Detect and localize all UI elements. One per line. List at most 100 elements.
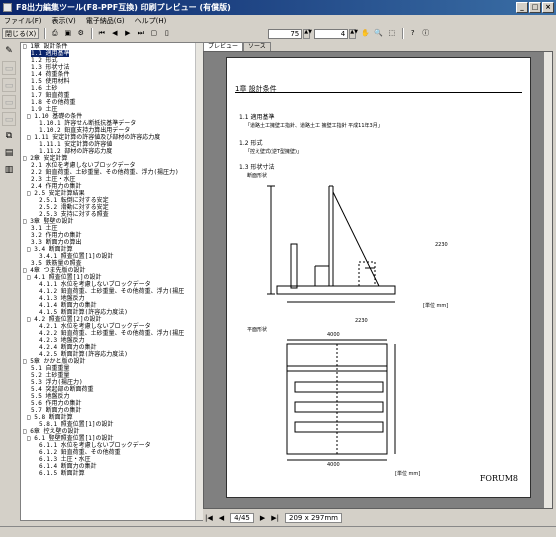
prev-page-icon[interactable]: ◀ bbox=[109, 28, 120, 39]
help-icon[interactable]: ? bbox=[407, 28, 418, 39]
tree-item[interactable]: □ 2.5 安定計算結果 bbox=[21, 190, 202, 197]
print-icon[interactable]: ⎙ bbox=[49, 28, 60, 39]
document-icon[interactable]: ▤ bbox=[2, 146, 16, 160]
menu-help[interactable]: ヘルプ(H) bbox=[135, 15, 167, 27]
tree-item[interactable]: 3.4.1 照査位置[1]の設計 bbox=[21, 253, 202, 260]
tree-item[interactable]: □ 4.2 照査位置[2]の設計 bbox=[21, 316, 202, 323]
tree-item[interactable]: 4.2.3 地盤反力 bbox=[21, 337, 202, 344]
tree-item[interactable]: 4.1.4 断面力の集計 bbox=[21, 302, 202, 309]
tree-item[interactable]: 6.1.2 鉛直荷重、その他荷重 bbox=[21, 449, 202, 456]
tab-preview[interactable]: プレビュー bbox=[203, 42, 244, 51]
tree-item[interactable]: 1.1 適用基準 bbox=[21, 50, 202, 57]
tree-item[interactable]: 5.2 土砂重量 bbox=[21, 372, 202, 379]
zoom-icon[interactable]: 🔍 bbox=[373, 28, 384, 39]
tree-item[interactable]: 1.2 形式 bbox=[21, 57, 202, 64]
menu-file[interactable]: ファイル(F) bbox=[4, 15, 42, 27]
tree-item[interactable]: 5.3 浮力(揚圧力) bbox=[21, 379, 202, 386]
menu-delivery[interactable]: 電子納品(G) bbox=[86, 15, 125, 27]
tree-item[interactable]: 3.3 断面力の算出 bbox=[21, 239, 202, 246]
page-indicator[interactable]: 4/45 bbox=[230, 513, 254, 523]
tree-item[interactable]: 1.3 形状寸法 bbox=[21, 64, 202, 71]
tree-item[interactable]: 5.4 突起部の断面荷重 bbox=[21, 386, 202, 393]
tree-item[interactable]: 1.7 鉛直荷重 bbox=[21, 92, 202, 99]
tree-item[interactable]: 1.6 土砂 bbox=[21, 85, 202, 92]
tree-item[interactable]: □ 2章 安定計算 bbox=[21, 155, 202, 162]
page-count-input[interactable]: 4 bbox=[314, 28, 349, 39]
zoom-spinner[interactable]: ▲▼ bbox=[303, 28, 312, 39]
tree-item[interactable]: □ 1.11 安定計算の許容値及び部材の許容応力度 bbox=[21, 134, 202, 141]
info-icon[interactable]: ⓘ bbox=[420, 28, 431, 39]
tree-item[interactable]: □ 4.1 照査位置[1]の設計 bbox=[21, 274, 202, 281]
edit-pencil-icon[interactable]: ✎ bbox=[2, 44, 16, 58]
tree-item[interactable]: □ 4章 つま先版の設計 bbox=[21, 267, 202, 274]
tree-item[interactable]: □ 6.1 竪壁照査位置[1]の設計 bbox=[21, 435, 202, 442]
tree-item[interactable]: □ 5章 かかと版の設計 bbox=[21, 358, 202, 365]
tree-item[interactable]: 4.2.2 鉛直荷重、土砂重量、その他荷重、浮力(揚圧 bbox=[21, 330, 202, 337]
tree-item[interactable]: □ 1章 設計条件 bbox=[21, 43, 202, 50]
tree-item[interactable]: 2.2 鉛直荷重、土砂重量、その他荷重、浮力(揚圧力) bbox=[21, 169, 202, 176]
tree-item[interactable]: 6.1.3 土圧・水圧 bbox=[21, 456, 202, 463]
tree-item[interactable]: 1.10.2 鉛直支持力算出用データ bbox=[21, 127, 202, 134]
last-page-icon[interactable]: ⏭ bbox=[135, 28, 146, 39]
tree-item[interactable]: 2.4 作用力の集計 bbox=[21, 183, 202, 190]
fit-icon[interactable]: ⬚ bbox=[386, 28, 397, 39]
tree-item[interactable]: 6.1.5 断面計算 bbox=[21, 470, 202, 477]
tree-item[interactable]: 4.1.2 鉛直荷重、土砂重量、その他荷重、浮力(揚圧 bbox=[21, 288, 202, 295]
tree-item[interactable]: 1.5 使用材料 bbox=[21, 78, 202, 85]
tree-item[interactable]: 4.2.5 断面計算(許容応力度法) bbox=[21, 351, 202, 358]
tree-item[interactable]: 3.2 作用力の集計 bbox=[21, 232, 202, 239]
menu-view[interactable]: 表示(V) bbox=[52, 15, 76, 27]
preview-scrollbar[interactable] bbox=[544, 52, 552, 508]
next-page-icon[interactable]: ▶ bbox=[122, 28, 133, 39]
tree-item[interactable]: 2.3 土圧・水圧 bbox=[21, 176, 202, 183]
page-count-spinner[interactable]: ▲▼ bbox=[349, 28, 358, 39]
tree-item[interactable]: □ 6章 控え壁の設計 bbox=[21, 428, 202, 435]
tree-item[interactable]: 5.1 自重重量 bbox=[21, 365, 202, 372]
tree-item[interactable]: 1.8 その他荷重 bbox=[21, 99, 202, 106]
tree-item[interactable]: 5.5 地盤反力 bbox=[21, 393, 202, 400]
tree-item[interactable]: 4.2.4 断面力の集計 bbox=[21, 344, 202, 351]
tree-item[interactable]: 6.1.1 水位を考慮しないブロックデータ bbox=[21, 442, 202, 449]
tree-item[interactable]: 4.1.5 断面計算(許容応力度法) bbox=[21, 309, 202, 316]
close-preview-button[interactable]: 閉じる(X) bbox=[2, 28, 40, 39]
list-icon[interactable]: ▥ bbox=[2, 163, 16, 177]
single-page-icon[interactable]: ▢ bbox=[148, 28, 159, 39]
tree-item[interactable]: 1.11.2 部材の許容応力度 bbox=[21, 148, 202, 155]
tree-item[interactable]: 2.5.2 滑動に対する安定 bbox=[21, 204, 202, 211]
tree-item[interactable]: 2.5.1 転倒に対する安定 bbox=[21, 197, 202, 204]
tree-item[interactable]: 4.2.1 水位を考慮しないブロックデータ bbox=[21, 323, 202, 330]
first-page-nav-icon[interactable]: |◀ bbox=[205, 514, 213, 522]
insert-icon[interactable]: ⧉ bbox=[2, 129, 16, 143]
tree-item[interactable]: 3.5 鉄筋量の照査 bbox=[21, 260, 202, 267]
prev-page-nav-icon[interactable]: ◀ bbox=[219, 514, 224, 522]
tree-item[interactable]: 2.1 水位を考慮しないブロックデータ bbox=[21, 162, 202, 169]
hand-icon[interactable]: ✋ bbox=[360, 28, 371, 39]
maximize-button[interactable]: □ bbox=[529, 2, 541, 13]
tree-item[interactable]: 5.6 作用力の集計 bbox=[21, 400, 202, 407]
tree-item[interactable]: □ 3.4 断面計算 bbox=[21, 246, 202, 253]
tree-item[interactable]: 3.1 土圧 bbox=[21, 225, 202, 232]
tree-item[interactable]: 1.11.1 安定計算の許容値 bbox=[21, 141, 202, 148]
last-page-nav-icon[interactable]: ▶| bbox=[271, 514, 279, 522]
first-page-icon[interactable]: ⏮ bbox=[96, 28, 107, 39]
tree-item[interactable]: 6.1.4 断面力の集計 bbox=[21, 463, 202, 470]
tree-item[interactable]: 4.1.3 地盤反力 bbox=[21, 295, 202, 302]
tree-scrollbar[interactable] bbox=[195, 43, 203, 520]
tree-item[interactable]: 4.1.1 水位を考慮しないブロックデータ bbox=[21, 281, 202, 288]
tree-item[interactable]: 1.10.1 許容せん断抵抗基準データ bbox=[21, 120, 202, 127]
tree-item[interactable]: □ 1.10 基礎の条件 bbox=[21, 113, 202, 120]
save-icon[interactable]: ▣ bbox=[62, 28, 73, 39]
tree-item[interactable]: 5.7 断面力の集計 bbox=[21, 407, 202, 414]
tree-item[interactable]: 2.5.3 支持に対する照査 bbox=[21, 211, 202, 218]
tree-item[interactable]: □ 5.8 断面計算 bbox=[21, 414, 202, 421]
zoom-input[interactable]: 75 bbox=[268, 28, 303, 39]
two-page-icon[interactable]: ▯ bbox=[161, 28, 172, 39]
next-page-nav-icon[interactable]: ▶ bbox=[260, 514, 265, 522]
tree-item[interactable]: □ 3章 竪壁の設計 bbox=[21, 218, 202, 225]
tree-item[interactable]: 5.8.1 照査位置[1]の設計 bbox=[21, 421, 202, 428]
tree-item[interactable]: 1.9 土圧 bbox=[21, 106, 202, 113]
tree-item[interactable]: 1.4 荷重条件 bbox=[21, 71, 202, 78]
setup-icon[interactable]: ⚙ bbox=[75, 28, 86, 39]
minimize-button[interactable]: _ bbox=[516, 2, 528, 13]
close-window-button[interactable]: × bbox=[542, 2, 554, 13]
